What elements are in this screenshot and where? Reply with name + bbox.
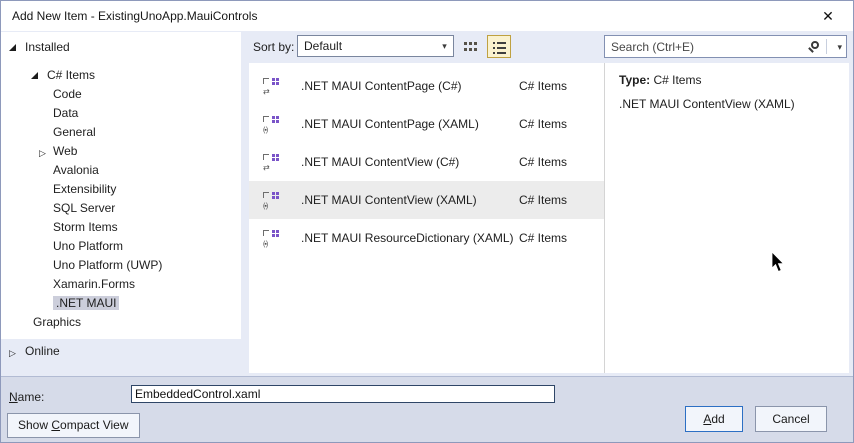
- small-icons-view-button[interactable]: [459, 36, 482, 58]
- template-row-contentpage-cs[interactable]: ⇄ .NET MAUI ContentPage (C#) C# Items: [249, 67, 604, 105]
- type-value: C# Items: [653, 73, 702, 87]
- tree-item-sql-server[interactable]: SQL Server: [1, 199, 241, 218]
- template-row-resourcedictionary-xaml[interactable]: (▪) .NET MAUI ResourceDictionary (XAML) …: [249, 219, 604, 257]
- tree-item-code[interactable]: Code: [1, 85, 241, 104]
- template-list: ⇄ .NET MAUI ContentPage (C#) C# Items (▪…: [249, 63, 604, 373]
- add-button[interactable]: Add: [685, 406, 743, 432]
- expanded-triangle-icon: [9, 44, 16, 51]
- tree-group-online[interactable]: ▷ Online: [1, 342, 241, 361]
- tree-item-xamarin-forms[interactable]: Xamarin.Forms: [1, 275, 241, 294]
- template-category-tree: Installed C# Items Code Data General ▷ W…: [1, 32, 241, 339]
- tree-item-csharp-items[interactable]: C# Items: [1, 66, 241, 85]
- tree-item-label: Avalonia: [53, 163, 99, 177]
- tree-item-label: Storm Items: [53, 220, 118, 234]
- maui-cs-template-icon: ⇄: [263, 78, 281, 96]
- name-input[interactable]: [131, 385, 555, 403]
- tree-item-label: SQL Server: [53, 201, 116, 215]
- tree-group-label: Installed: [25, 40, 70, 54]
- cancel-button[interactable]: Cancel: [755, 406, 827, 432]
- sort-by-value: Default: [304, 39, 343, 53]
- template-type: C# Items: [519, 231, 568, 245]
- tree-item-dotnet-maui[interactable]: .NET MAUI: [1, 294, 241, 313]
- tree-item-extensibility[interactable]: Extensibility: [1, 180, 241, 199]
- tree-item-label: Graphics: [33, 315, 82, 329]
- search-separator: [826, 39, 827, 54]
- add-new-item-dialog: Add New Item - ExistingUnoApp.MauiContro…: [0, 0, 854, 443]
- tree-item-web[interactable]: ▷ Web: [1, 142, 241, 161]
- template-type: C# Items: [519, 193, 568, 207]
- collapsed-triangle-icon: ▷: [9, 348, 16, 358]
- maui-xaml-template-icon: (▪): [263, 192, 281, 210]
- tree-item-data[interactable]: Data: [1, 104, 241, 123]
- type-label: Type:: [619, 73, 651, 87]
- name-label: Name:: [9, 390, 45, 404]
- list-view-icon-lines: [497, 42, 506, 44]
- template-details-panel: Type: C# Items .NET MAUI ContentView (XA…: [605, 63, 849, 373]
- template-name: .NET MAUI ContentPage (C#): [301, 79, 462, 93]
- tree-item-graphics[interactable]: Graphics: [1, 313, 241, 332]
- tree-item-avalonia[interactable]: Avalonia: [1, 161, 241, 180]
- search-input[interactable]: [607, 37, 803, 56]
- template-type: C# Items: [519, 155, 568, 169]
- tree-group-label: Online: [25, 344, 60, 358]
- tree-item-label: Web: [53, 144, 78, 158]
- search-icon[interactable]: [811, 41, 819, 49]
- tree-item-label: Code: [53, 87, 82, 101]
- tree-item-label: C# Items: [47, 68, 96, 82]
- tree-item-label: Xamarin.Forms: [53, 277, 136, 291]
- expanded-triangle-icon: [31, 72, 38, 79]
- template-row-contentview-cs[interactable]: ⇄ .NET MAUI ContentView (C#) C# Items: [249, 143, 604, 181]
- template-type: C# Items: [519, 117, 568, 131]
- search-box: ▾: [604, 35, 847, 58]
- template-type: C# Items: [519, 79, 568, 93]
- template-description: .NET MAUI ContentView (XAML): [619, 97, 795, 111]
- show-compact-view-button[interactable]: Show Compact View: [7, 413, 140, 438]
- chevron-down-icon: ▾: [442, 41, 447, 51]
- sort-by-label: Sort by:: [253, 40, 295, 54]
- template-name: .NET MAUI ResourceDictionary (XAML): [301, 231, 514, 245]
- dialog-footer: Name: Show Compact View Add Cancel: [1, 376, 853, 442]
- list-view-icon: [493, 42, 495, 44]
- tree-item-label: Extensibility: [53, 182, 117, 196]
- template-name: .NET MAUI ContentView (XAML): [301, 193, 477, 207]
- tree-item-uno-platform[interactable]: Uno Platform: [1, 237, 241, 256]
- maui-cs-template-icon: ⇄: [263, 154, 281, 172]
- close-icon[interactable]: ✕: [813, 5, 843, 27]
- tree-item-label: Uno Platform (UWP): [53, 258, 163, 272]
- sort-by-dropdown[interactable]: Default ▾: [297, 35, 454, 57]
- template-row-contentpage-xaml[interactable]: (▪) .NET MAUI ContentPage (XAML) C# Item…: [249, 105, 604, 143]
- template-type-row: Type: C# Items: [619, 73, 701, 87]
- tree-item-label: General: [53, 125, 96, 139]
- small-icons-view-icon: [464, 42, 467, 45]
- dialog-title: Add New Item - ExistingUnoApp.MauiContro…: [12, 9, 258, 23]
- template-name: .NET MAUI ContentPage (XAML): [301, 117, 479, 131]
- tree-item-general[interactable]: General: [1, 123, 241, 142]
- template-name: .NET MAUI ContentView (C#): [301, 155, 460, 169]
- tree-item-storm-items[interactable]: Storm Items: [1, 218, 241, 237]
- tree-group-installed[interactable]: Installed: [1, 38, 241, 56]
- maui-xaml-template-icon: (▪): [263, 230, 281, 248]
- tree-item-label: Uno Platform: [53, 239, 124, 253]
- tree-item-label-selected: .NET MAUI: [53, 296, 120, 310]
- maui-xaml-template-icon: (▪): [263, 116, 281, 134]
- chevron-down-icon[interactable]: ▾: [837, 42, 842, 53]
- tree-item-label: Data: [53, 106, 79, 120]
- tree-item-uno-platform-uwp[interactable]: Uno Platform (UWP): [1, 256, 241, 275]
- template-row-contentview-xaml-selected[interactable]: (▪) .NET MAUI ContentView (XAML) C# Item…: [249, 181, 604, 219]
- list-view-button[interactable]: [487, 35, 511, 58]
- title-bar: Add New Item - ExistingUnoApp.MauiContro…: [1, 1, 853, 31]
